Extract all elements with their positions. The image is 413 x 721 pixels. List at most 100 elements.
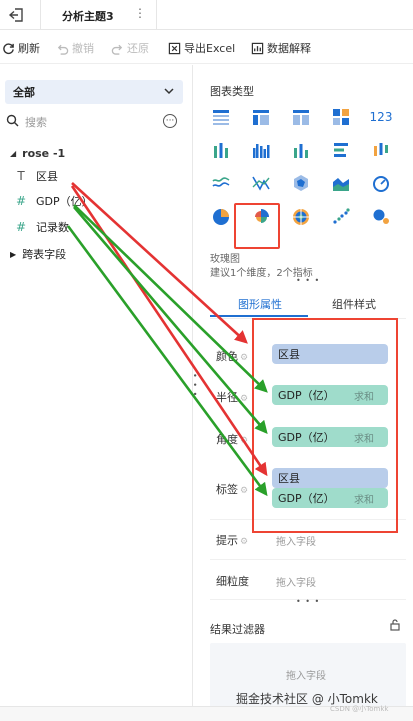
tab-component-style[interactable]: 组件样式 [332,296,376,312]
tooltip-label: 提示 [216,534,238,547]
range-column-icon[interactable] [370,139,392,161]
field-label: 记录数 [36,221,69,234]
gear-icon[interactable]: ⚙ [240,436,248,446]
field-item[interactable]: # 记录数 [14,219,69,235]
tab-more-icon[interactable]: ⋮ [134,6,146,20]
cross-table-icon[interactable] [250,106,272,128]
divider [210,559,406,560]
kpi-card-icon[interactable] [330,106,352,128]
redo-label: 还原 [127,42,149,55]
redo-button[interactable]: 还原 [111,40,149,56]
field-label: GDP（亿） [36,195,93,208]
radar-chart-icon[interactable] [290,172,312,194]
tab-shape-properties[interactable]: 图形属性 [238,296,282,312]
text-field-icon: T [17,169,25,183]
stacked-column-icon[interactable] [210,139,232,161]
column-chart-icon[interactable] [290,139,312,161]
resize-handle[interactable]: • • • [296,276,320,285]
result-filter-title: 结果过滤器 [210,623,265,636]
exit-icon[interactable] [8,6,26,24]
prop-angle-label: 角度 ⚙ [216,431,248,447]
chevron-down-icon [163,85,175,100]
undo-icon [57,44,69,55]
prop-label-label: 标签 ⚙ [216,481,248,497]
bubble-chart-icon[interactable] [370,206,392,228]
undo-label: 撤销 [72,42,94,55]
radius-label: 半径 [216,391,238,404]
export-excel-button[interactable]: 导出Excel [168,40,235,56]
field-search[interactable]: 搜索 [6,113,156,131]
search-input[interactable]: 搜索 [25,114,47,130]
cross-table-group[interactable]: ▶ 跨表字段 [10,246,66,262]
number-chart-icon[interactable]: 123 [370,106,393,128]
granularity-slot[interactable]: 拖入字段 [276,574,316,589]
prop-granularity-label: 细粒度 [216,575,249,588]
gear-icon[interactable]: ⚙ [240,486,248,496]
export-label: 导出Excel [184,42,236,55]
bar-chart-icon[interactable] [330,139,352,161]
header-bar: 分析主题3 ⋮ [0,0,413,30]
tooltip-slot[interactable]: 拖入字段 [276,533,316,548]
more-options-icon[interactable]: ··· [163,114,177,128]
number-field-icon: # [15,220,27,234]
field-label: 区县 [36,170,58,183]
prop-color-label: 颜色 ⚙ [216,348,248,364]
dataset-label: 全部 [13,86,35,99]
resize-handle[interactable]: • • • [296,597,320,606]
line-chart-icon[interactable] [210,172,232,194]
gear-icon[interactable]: ⚙ [240,537,248,547]
field-panel: 全部 搜索 ··· ◢ rose -1 T 区县 # GDP（亿） # 记录数 [0,65,193,721]
table-chart-icon[interactable] [210,106,232,128]
detail-table-icon[interactable] [290,106,312,128]
excel-icon [168,42,181,54]
refresh-label: 刷新 [18,42,40,55]
explain-label: 数据解释 [267,42,311,55]
field-item[interactable]: # GDP（亿） [14,193,93,209]
divider [156,0,157,30]
filter-drop-label: 拖入字段 [286,671,326,682]
prop-tooltip-label: 提示 ⚙ [216,532,248,548]
table-node[interactable]: ◢ rose -1 [10,147,65,160]
gear-icon[interactable]: ⚙ [240,353,248,363]
property-tabs: 图形属性 组件样式 [210,290,408,317]
lock-icon[interactable] [389,619,401,634]
color-label: 颜色 [216,350,238,363]
chart-type-title: 图表类型 [210,85,254,98]
divider [40,0,41,30]
app-root: 分析主题3 ⋮ 刷新 撤销 还原 导出Excel 数据解释 全部 搜索 ··· … [0,0,413,721]
area-chart-icon[interactable] [330,172,352,194]
watermark-small: CSDN @小Tomkk [330,705,389,713]
refresh-icon [3,42,14,54]
prop-radius-label: 半径 ⚙ [216,389,248,405]
data-explain-button[interactable]: 数据解释 [251,40,311,56]
angle-label: 角度 [216,433,238,446]
group-label: 跨表字段 [22,248,67,261]
dataset-select[interactable]: 全部 [5,80,183,104]
caret-down-icon: ◢ [10,149,17,158]
selected-chart-name: 玫瑰图 [210,254,240,265]
caret-right-icon: ▶ [10,249,17,259]
active-tab-indicator [210,315,308,317]
sunburst-chart-icon[interactable] [290,206,312,228]
table-name: rose -1 [22,147,66,160]
pie-chart-icon[interactable] [210,206,232,228]
annotation-red-box [252,318,398,533]
redo-icon [111,44,123,55]
number-field-icon: # [15,194,27,208]
gauge-chart-icon[interactable] [370,172,392,194]
combo-chart-icon[interactable] [250,172,272,194]
grouped-column-icon[interactable] [250,139,272,161]
label-label: 标签 [216,483,238,496]
selected-chart-highlight [234,203,280,249]
config-panel: 图表类型 123 玫瑰图 建议1个维度，2个指标 • • • 图形属性 组件样式… [194,65,413,721]
search-icon [6,114,19,130]
undo-button[interactable]: 撤销 [56,40,94,56]
panel-resize-handle[interactable]: • • • [190,373,199,397]
toolbar: 刷新 撤销 还原 导出Excel 数据解释 [0,30,413,64]
analysis-tab-title[interactable]: 分析主题3 [62,8,114,24]
field-item[interactable]: T 区县 [14,168,58,184]
refresh-button[interactable]: 刷新 [2,40,40,56]
scatter-chart-icon[interactable] [330,206,352,228]
gear-icon[interactable]: ⚙ [240,394,248,404]
chart-explain-icon [251,42,264,54]
